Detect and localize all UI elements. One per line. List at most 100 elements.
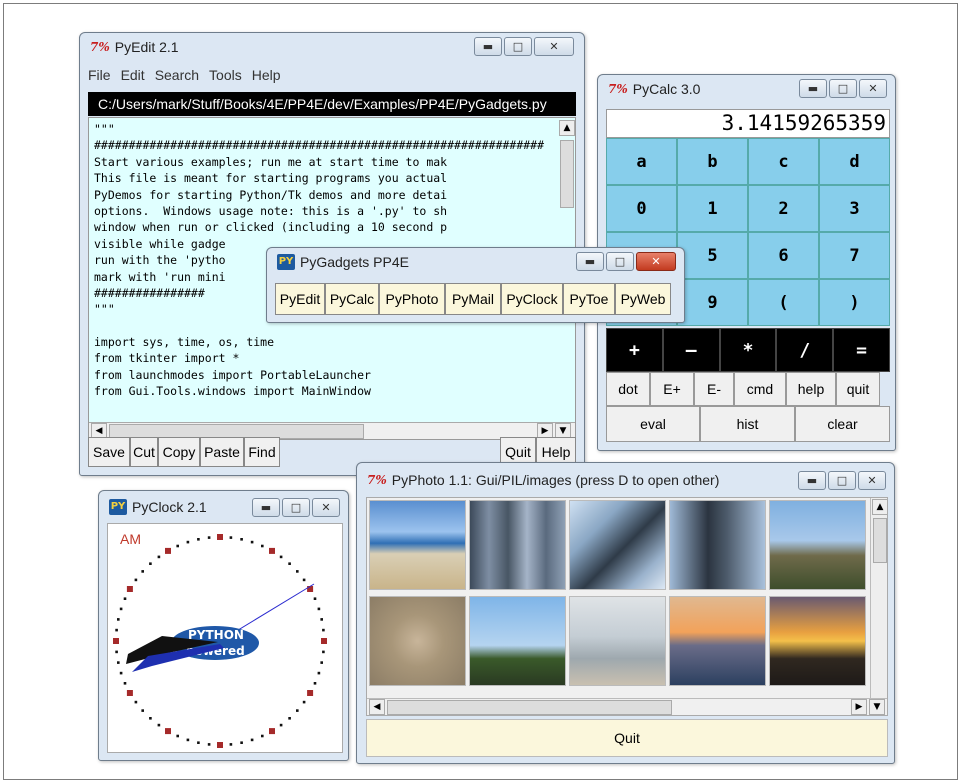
scroll-left-icon[interactable]: ◀ [369,699,385,715]
calc-key-7[interactable]: 7 [819,232,890,279]
photo-thumbnail-skyscrapers[interactable] [469,500,566,590]
close-button[interactable]: ✕ [859,79,887,98]
minute-tick [302,578,306,582]
pyweb-launch-button[interactable]: PyWeb [615,283,671,315]
maximize-button[interactable]: □ [282,498,310,517]
calc-key-3[interactable]: 3 [819,185,890,232]
maximize-button[interactable]: □ [828,471,856,490]
menu-edit[interactable]: Edit [121,67,145,83]
scroll-up-icon[interactable]: ▲ [559,120,575,136]
calc-key-1[interactable]: 1 [677,185,748,232]
calc-key-6[interactable]: 6 [748,232,819,279]
photo-thumbnail-beach[interactable] [369,500,466,590]
horizontal-scroll-thumb[interactable] [387,700,672,715]
calc-key-d[interactable]: d [819,138,890,185]
code-line: """ [94,122,115,136]
calc-cmd-button[interactable]: cmd [734,372,786,406]
calc-key-9[interactable]: 9 [677,279,748,326]
close-button[interactable]: ✕ [636,252,676,271]
menu-help[interactable]: Help [252,67,281,83]
vertical-scroll-thumb[interactable] [873,518,887,563]
calc-key-2[interactable]: 2 [748,185,819,232]
photo-thumbnail-palms[interactable] [469,596,566,686]
photo-thumbnail-shore-birds[interactable] [569,596,666,686]
calc-key-([interactable]: ( [748,279,819,326]
minute-tick [141,570,144,573]
vertical-scrollbar[interactable]: ▲ [870,498,887,698]
pyclock-launch-button[interactable]: PyClock [501,283,563,315]
close-button[interactable]: ✕ [858,471,886,490]
vertical-scroll-thumb[interactable] [560,140,574,208]
calc-op-key[interactable]: * [719,328,777,372]
pytoe-launch-button[interactable]: PyToe [563,283,615,315]
minute-tick [313,597,317,600]
code-line: This file is meant for starting programs… [94,171,448,186]
calc-clear-button[interactable]: clear [795,406,890,442]
calc-key-0[interactable]: 0 [606,185,677,232]
minute-tick [207,536,211,539]
photo-thumbnail-sunset-sea[interactable] [669,596,766,686]
calc-eplus-button[interactable]: E+ [650,372,694,406]
calc-dot-button[interactable]: dot [606,372,650,406]
calc-op-key[interactable]: = [833,328,890,372]
minute-tick [157,555,161,559]
clock-face[interactable]: AM PYTHON powered [107,523,343,753]
calc-op-key[interactable]: / [776,328,834,372]
paste-button[interactable]: Paste [200,437,244,467]
menu-file[interactable]: File [88,67,111,83]
photo-thumbnail-starfish[interactable] [369,596,466,686]
pycalc-titlebar[interactable]: 7% PyCalc 3.0 ▬ □ ✕ [598,75,895,103]
maximize-button[interactable]: □ [829,79,857,98]
minute-tick [117,618,120,621]
scroll-right-icon[interactable]: ▶ [851,699,867,715]
photo-thumbnail-church[interactable] [769,500,866,590]
calc-quit-button[interactable]: quit [836,372,880,406]
horizontal-scrollbar[interactable]: ◀ ▶ ▼ [367,698,887,715]
photo-thumbnail-tower[interactable] [569,500,666,590]
scroll-up-icon[interactable]: ▲ [872,499,887,515]
close-button[interactable]: ✕ [312,498,340,517]
calc-eval-button[interactable]: eval [606,406,700,442]
minute-tick [296,570,299,573]
pyphoto-quit-button[interactable]: Quit [366,719,888,757]
calc-op-key[interactable]: – [662,328,720,372]
calc-key-)[interactable]: ) [819,279,890,326]
calc-key-a[interactable]: a [606,138,677,185]
pyclock-titlebar[interactable]: PY PyClock 2.1 ▬ □ ✕ [99,491,348,519]
minute-tick [317,671,321,675]
calc-help-button[interactable]: help [786,372,836,406]
find-button[interactable]: Find [244,437,280,467]
calc-key-b[interactable]: b [677,138,748,185]
hour-tick [269,728,275,735]
pyedit-launch-button[interactable]: PyEdit [275,283,325,315]
minimize-button[interactable]: ▬ [252,498,280,517]
menu-tools[interactable]: Tools [209,67,242,83]
save-button[interactable]: Save [88,437,130,467]
calc-op-key[interactable]: + [606,328,663,372]
menu-search[interactable]: Search [155,67,199,83]
minimize-button[interactable]: ▬ [799,79,827,98]
photo-thumbnail-tower-up[interactable] [669,500,766,590]
minimize-button[interactable]: ▬ [474,37,502,56]
pygadgets-titlebar[interactable]: PY PyGadgets PP4E ▬ □ ✕ [267,248,684,276]
calc-key-c[interactable]: c [748,138,819,185]
pyphoto-launch-button[interactable]: PyPhoto [379,283,445,315]
minimize-button[interactable]: ▬ [798,471,826,490]
close-button[interactable]: ✕ [534,37,574,56]
calc-key-5[interactable]: 5 [677,232,748,279]
calc-eminus-button[interactable]: E- [694,372,734,406]
code-line: from tkinter import * [94,351,240,366]
minute-tick [240,741,243,744]
maximize-button[interactable]: □ [504,37,532,56]
pyedit-titlebar[interactable]: 7% PyEdit 2.1 ▬ □ ✕ [80,33,584,61]
calc-hist-button[interactable]: hist [700,406,795,442]
pyphoto-titlebar[interactable]: 7% PyPhoto 1.1: Gui/PIL/images (press D t… [357,463,894,491]
maximize-button[interactable]: □ [606,252,634,271]
pymail-launch-button[interactable]: PyMail [445,283,501,315]
photo-thumbnail-sunset-pier[interactable] [769,596,866,686]
cut-button[interactable]: Cut [130,437,158,467]
scroll-down-icon[interactable]: ▼ [869,699,885,715]
minimize-button[interactable]: ▬ [576,252,604,271]
copy-button[interactable]: Copy [158,437,200,467]
pycalc-launch-button[interactable]: PyCalc [325,283,379,315]
